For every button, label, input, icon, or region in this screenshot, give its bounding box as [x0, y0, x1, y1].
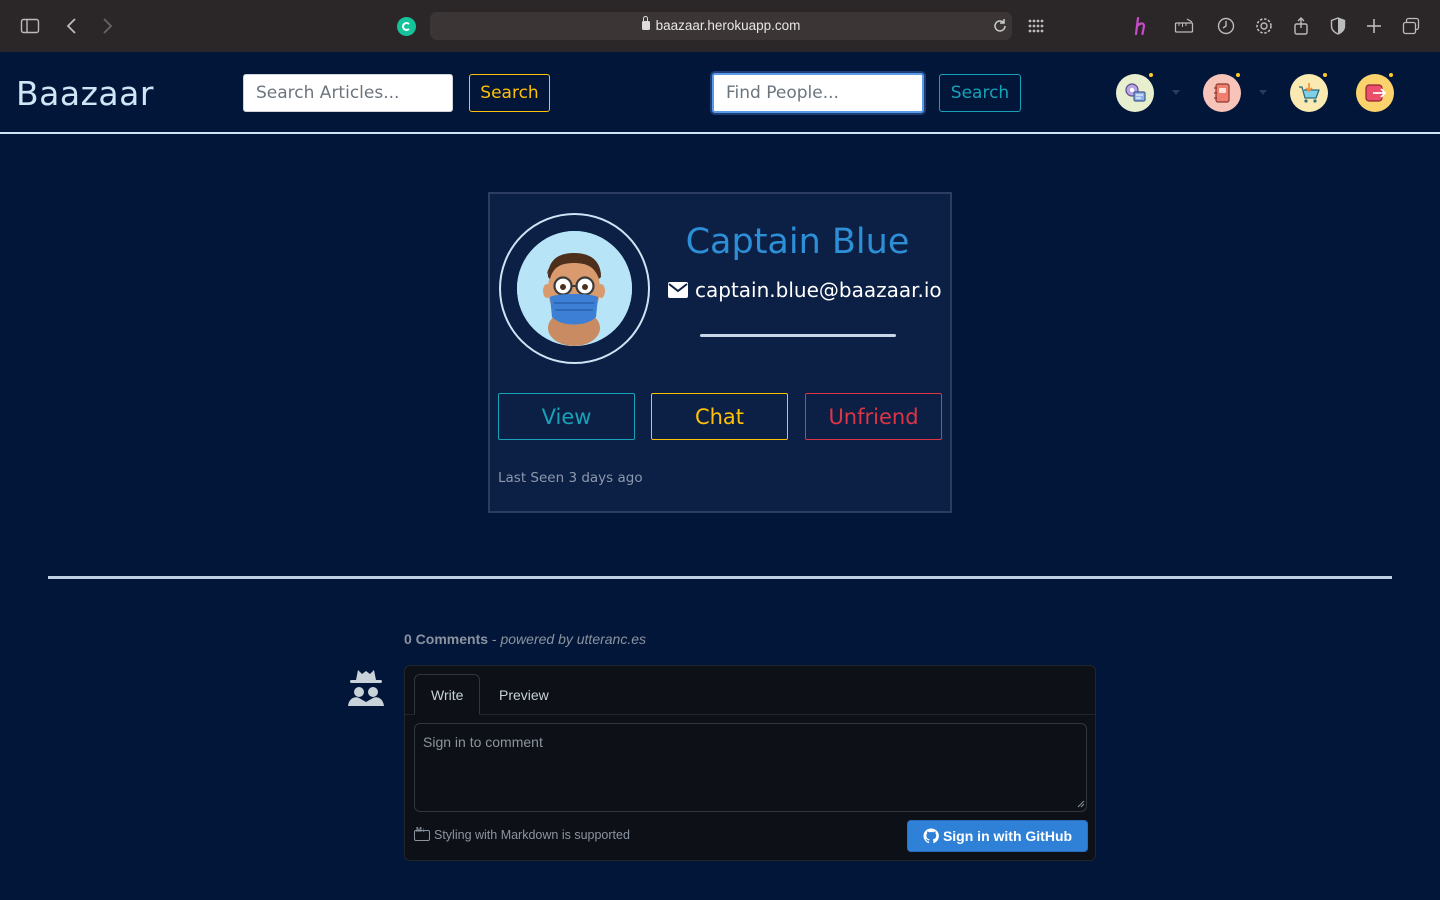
comment-textarea[interactable]	[414, 723, 1087, 812]
new-tab-icon[interactable]	[1362, 14, 1386, 38]
brand-logo[interactable]: Baazaar	[16, 74, 154, 113]
articles-menu-icon[interactable]	[1203, 73, 1241, 112]
sign-in-github-button[interactable]: Sign in with GitHub	[907, 820, 1088, 852]
avatar	[499, 213, 650, 364]
articles-dropdown-caret-icon[interactable]	[1259, 90, 1267, 95]
markdown-note[interactable]: Styling with Markdown is supported	[414, 827, 630, 842]
cart-icon[interactable]	[1290, 73, 1328, 112]
reload-icon[interactable]	[988, 14, 1012, 38]
chat-button[interactable]: Chat	[651, 393, 788, 440]
github-icon	[923, 828, 939, 844]
browser-toolbar: baazaar.herokuapp.com	[0, 0, 1440, 52]
article-search-input[interactable]	[243, 74, 453, 112]
settings-gear-icon[interactable]	[1252, 14, 1276, 38]
people-search-input[interactable]	[712, 73, 924, 113]
url-text: baazaar.herokuapp.com	[655, 18, 801, 33]
comments-header: 0 Comments - powered by utteranc.es	[404, 631, 647, 647]
history-icon[interactable]	[1214, 14, 1238, 38]
comments-count: 0 Comments	[404, 631, 489, 647]
privacy-shield-icon[interactable]	[1326, 14, 1350, 38]
people-search-button[interactable]: Search	[939, 74, 1021, 112]
profile-email: captain.blue@baazaar.io	[695, 278, 942, 302]
tab-overview-icon[interactable]	[1399, 14, 1423, 38]
sidebar-toggle-icon[interactable]	[18, 14, 42, 38]
logout-icon[interactable]	[1356, 73, 1394, 112]
profile-card: Captain Blue captain.blue@baazaar.io Vie…	[488, 192, 952, 513]
markdown-icon	[414, 827, 430, 841]
site-navbar: Baazaar Search Search	[0, 52, 1440, 134]
profile-name: Captain Blue	[685, 222, 910, 262]
memoji-avatar-image	[517, 231, 632, 346]
honey-extension-icon[interactable]	[1130, 14, 1154, 38]
grid-icon[interactable]	[1024, 14, 1048, 38]
comment-editor: Write Preview Styling with Markdown is s…	[404, 665, 1096, 861]
tab-preview[interactable]: Preview	[483, 674, 565, 715]
anonymous-user-icon	[345, 668, 387, 706]
sign-in-github-label: Sign in with GitHub	[942, 828, 1073, 844]
tab-write[interactable]: Write	[414, 674, 481, 715]
unfriend-button[interactable]: Unfriend	[805, 393, 942, 440]
view-profile-button[interactable]: View	[498, 393, 635, 440]
share-icon[interactable]	[1289, 14, 1313, 38]
dashboard-menu-icon[interactable]	[1116, 73, 1154, 112]
dashboard-dropdown-caret-icon[interactable]	[1172, 90, 1180, 95]
editor-tabs: Write Preview	[405, 666, 1095, 715]
card-divider	[700, 334, 896, 337]
profile-email-row: captain.blue@baazaar.io	[668, 278, 942, 302]
back-icon[interactable]	[60, 14, 84, 38]
markdown-note-text: Styling with Markdown is supported	[434, 828, 630, 842]
forward-icon[interactable]	[95, 14, 119, 38]
envelope-icon	[668, 282, 688, 298]
address-bar[interactable]: baazaar.herokuapp.com	[430, 12, 1012, 40]
section-divider	[48, 576, 1392, 579]
resize-handle-icon[interactable]	[1077, 800, 1085, 808]
ruler-extension-icon[interactable]	[1172, 14, 1196, 38]
article-search-button[interactable]: Search	[469, 74, 550, 112]
grammarly-icon[interactable]	[397, 17, 416, 36]
last-seen-text: Last Seen 3 days ago	[498, 470, 643, 486]
powered-by-link[interactable]: powered by utteranc.es	[500, 631, 646, 647]
lock-icon	[641, 16, 650, 30]
